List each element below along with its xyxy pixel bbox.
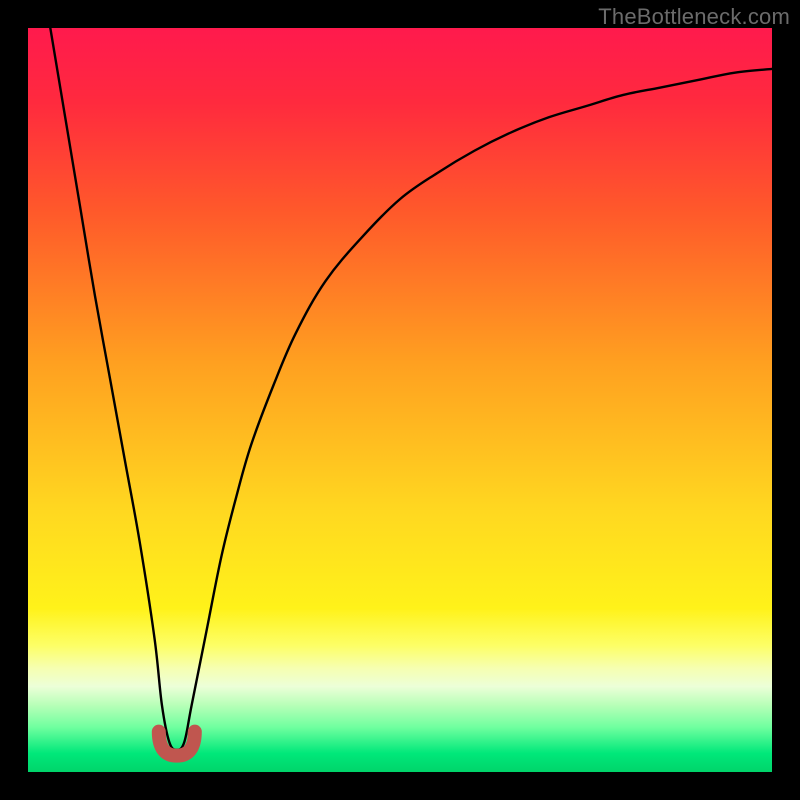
- bottleneck-curve: [50, 28, 772, 750]
- attribution-text: TheBottleneck.com: [598, 4, 790, 30]
- curve-layer: [28, 28, 772, 772]
- plot-area: [28, 28, 772, 772]
- chart-frame: TheBottleneck.com: [0, 0, 800, 800]
- optimal-marker: [159, 732, 195, 756]
